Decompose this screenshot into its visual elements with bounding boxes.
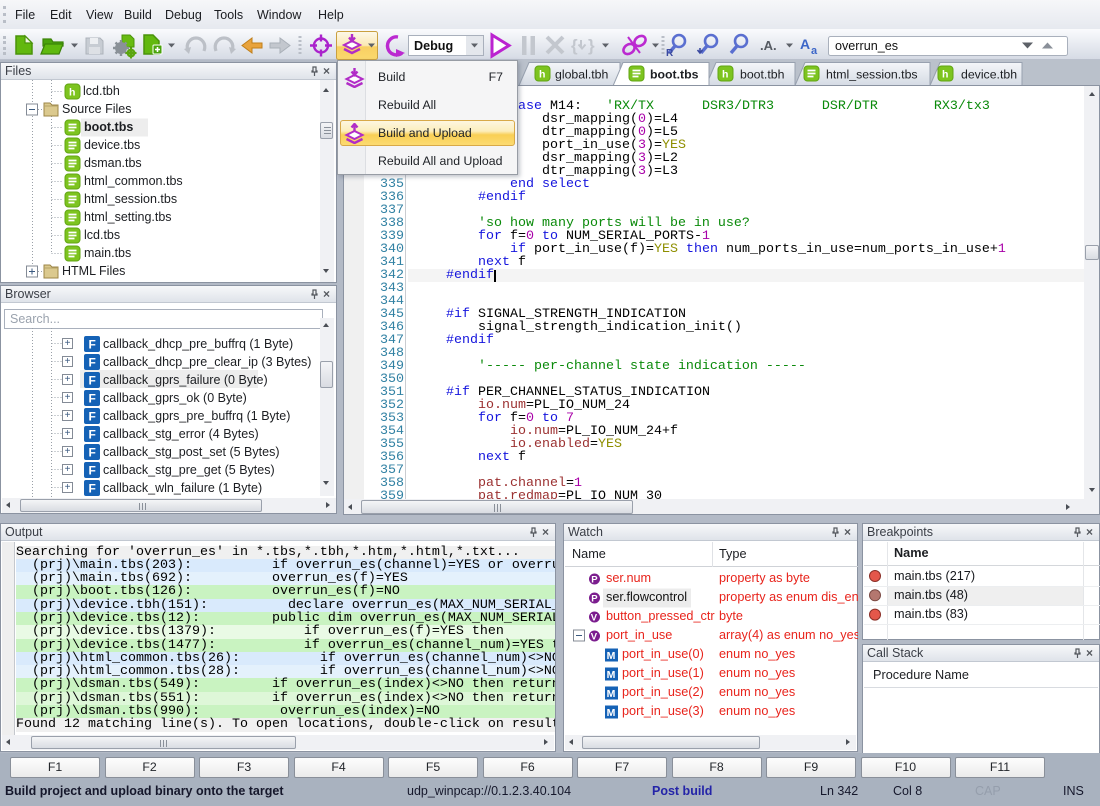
- svg-text:device.tbh: device.tbh: [961, 68, 1017, 82]
- svg-text:{: {: [571, 36, 578, 55]
- svg-text:R: R: [666, 48, 674, 59]
- svg-text:global.tbh: global.tbh: [555, 68, 608, 82]
- svg-text:A: A: [800, 36, 810, 52]
- svg-text:a: a: [811, 45, 818, 57]
- svg-text:Debug: Debug: [414, 39, 453, 53]
- svg-text:.A.: .A.: [760, 38, 777, 53]
- svg-text:html_session.tbs: html_session.tbs: [826, 68, 918, 82]
- svg-text:boot.tbh: boot.tbh: [740, 68, 785, 82]
- svg-text:}: }: [588, 36, 595, 55]
- svg-text:boot.tbs: boot.tbs: [650, 68, 699, 82]
- svg-text:overrun_es: overrun_es: [835, 39, 898, 53]
